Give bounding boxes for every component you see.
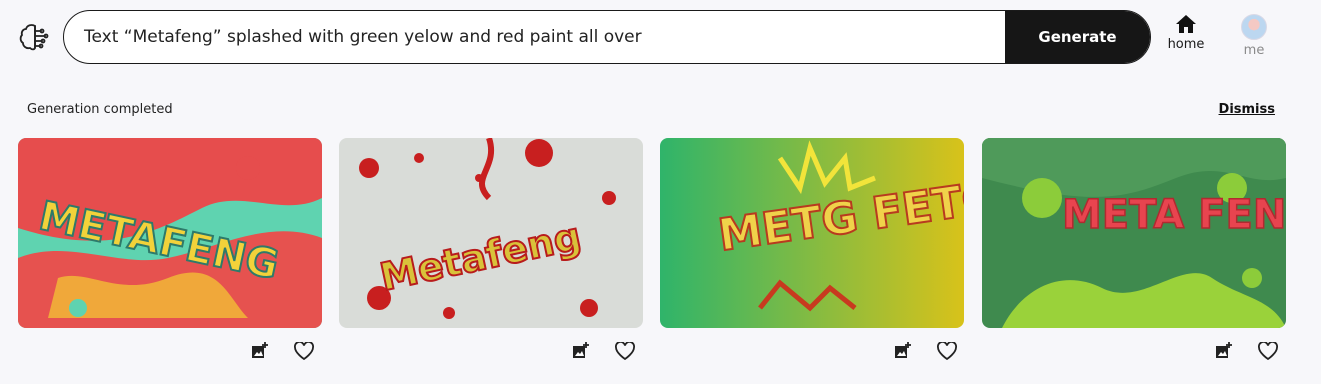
prompt-input[interactable]: Text “Metafeng” splashed with green yelo… (64, 27, 1005, 47)
dismiss-link[interactable]: Dismiss (1219, 102, 1275, 117)
nav-home-label: home (1167, 37, 1205, 52)
generated-image-4[interactable]: META FENG (982, 138, 1286, 328)
heart-icon[interactable] (293, 340, 315, 362)
generated-image-3[interactable]: METG FETG (660, 138, 964, 328)
generation-status: Generation completed (27, 102, 173, 117)
image-add-icon[interactable] (1213, 340, 1235, 362)
image-3-actions (892, 340, 958, 362)
heart-icon[interactable] (1257, 340, 1279, 362)
home-icon (1176, 15, 1196, 33)
generate-button[interactable]: Generate (1005, 11, 1150, 63)
nav-home[interactable]: home (1161, 14, 1211, 52)
generated-image-1[interactable]: METAFENG (18, 138, 322, 328)
image-add-icon[interactable] (892, 340, 914, 362)
image-2-actions (570, 340, 636, 362)
image-1-actions (249, 340, 315, 362)
nav-me-label: me (1243, 43, 1265, 58)
nav-me[interactable]: me (1229, 14, 1279, 58)
avatar (1241, 14, 1267, 40)
brain-logo-icon[interactable] (18, 21, 52, 55)
image-add-icon[interactable] (570, 340, 592, 362)
image-add-icon[interactable] (249, 340, 271, 362)
image-4-text: META FENG (1062, 192, 1286, 238)
generated-image-2[interactable]: Metafeng (339, 138, 643, 328)
heart-icon[interactable] (936, 340, 958, 362)
heart-icon[interactable] (614, 340, 636, 362)
image-4-actions (1213, 340, 1279, 362)
prompt-bar: Text “Metafeng” splashed with green yelo… (63, 10, 1151, 64)
